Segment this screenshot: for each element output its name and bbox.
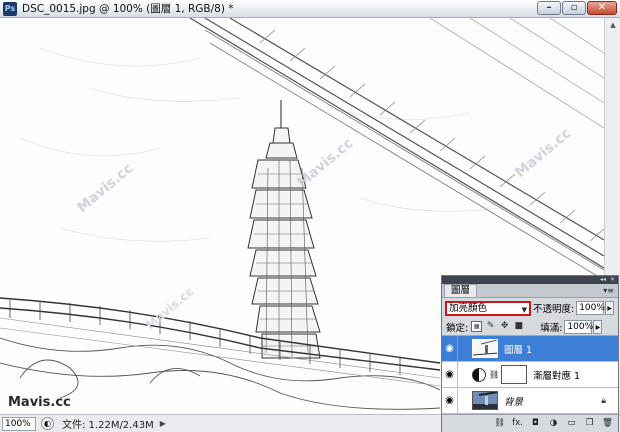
layer-row[interactable]: ◉ ⛓ 漸層對應 1 [442,361,618,388]
blend-mode-select[interactable]: 加亮顏色 ▼ [445,300,531,316]
opacity-input[interactable]: 100% [576,301,605,315]
panel-header-bar[interactable]: ◂◂ ✕ [442,276,618,284]
chain-link-icon[interactable]: ⛓ [489,370,499,379]
blend-row: 加亮顏色 ▼ 不透明度: 100% ▶ [442,298,618,318]
eye-icon[interactable]: ◉ [442,361,458,388]
blend-mode-value: 加亮顏色 [449,302,488,314]
eye-icon[interactable]: ◉ [442,387,458,414]
layer-name[interactable]: 圖層 1 [504,342,532,356]
watermark-text: Mavis.cc [512,125,574,181]
minimize-button[interactable]: – [537,1,561,15]
opacity-slider-arrow-icon[interactable]: ▶ [605,301,615,315]
fill-slider-arrow-icon[interactable]: ▶ [593,319,603,334]
panel-bottom-toolbar: ⛓ fx. ◘ ◑ ▭ ❐ 🗑︎ [442,414,618,432]
link-cell [458,362,470,388]
link-cell [458,336,470,362]
info-icon[interactable]: ◐ [41,417,54,430]
layer-mask-thumbnail[interactable] [501,365,527,384]
chevron-down-icon: ▼ [521,305,527,314]
layer-row[interactable]: ◉ 圖層 1 [442,335,618,362]
opacity-label: 不透明度: [533,304,575,315]
collapse-icon[interactable]: ◂◂ [600,276,606,284]
file-size-info: 文件: 1.22M/2.43M [62,420,154,431]
lock-brush-icon[interactable]: ✎ [485,321,496,332]
layers-panel: ◂◂ ✕ 圖層 ▾≡ 加亮顏色 ▼ 不透明度: 100% ▶ 鎖定: ▦ ✎ ✥… [441,275,619,432]
layer-name[interactable]: 漸層對應 1 [533,368,580,382]
link-cell [458,388,470,414]
gradient-map-icon [472,367,486,382]
fx-icon[interactable]: fx. [511,417,524,430]
lock-all-icon[interactable]: ■ [513,321,524,332]
mask-icon[interactable]: ◘ [529,417,542,430]
lock-icon: 🔒︎ [601,395,606,406]
trash-icon[interactable]: 🗑︎ [601,417,614,430]
tab-layers[interactable]: 圖層 [444,284,478,297]
photoshop-document-window: Ps DSC_0015.jpg @ 100% (圖層 1, RGB/8) * –… [0,0,620,432]
close-button[interactable]: ✕ [587,1,617,15]
layer-name[interactable]: 背景 [504,394,523,408]
group-icon[interactable]: ▭ [565,417,578,430]
title-bar[interactable]: Ps DSC_0015.jpg @ 100% (圖層 1, RGB/8) * –… [0,0,620,18]
scroll-up-arrow-icon[interactable]: ▲ [608,20,618,30]
document-title: DSC_0015.jpg @ 100% (圖層 1, RGB/8) * [22,3,234,15]
fill-label: 填滿: [540,322,563,334]
window-controls: – ▫ ✕ [537,1,617,15]
watermark-text: Mavis.cc [143,284,196,332]
new-layer-icon[interactable]: ❐ [583,417,596,430]
watermark-text: Mavis.cc [294,135,356,191]
lock-move-icon[interactable]: ✥ [499,321,510,332]
panel-menu-icon[interactable]: ▾≡ [603,286,614,295]
zoom-level-field[interactable]: 100% [2,416,36,431]
ps-app-icon: Ps [3,1,17,16]
eye-icon[interactable]: ◉ [442,335,458,362]
adjustment-icon[interactable]: ◑ [547,417,560,430]
lock-label: 鎖定: [446,322,469,334]
sketch-thumbnail-icon [473,340,497,357]
link-icon[interactable]: ⛓ [493,417,506,430]
layers-list: ◉ 圖層 1 ◉ ⛓ 漸層對應 1 ◉ 背景 🔒︎ [442,335,618,414]
layer-thumbnail [472,391,498,410]
lock-row: 鎖定: ▦ ✎ ✥ ■ 填滿: 100% ▶ [442,318,618,336]
photo-thumbnail-icon [473,392,497,409]
watermark-text: Mavis.cc [74,160,136,216]
layer-row[interactable]: ◉ 背景 🔒︎ [442,387,618,414]
status-menu-arrow-icon[interactable]: ▶ [160,419,166,428]
fill-input[interactable]: 100% [564,319,593,334]
panel-tab-row: 圖層 ▾≡ [442,284,618,298]
signature-text: Mavis.cc [8,395,71,410]
panel-close-icon[interactable]: ✕ [610,276,615,284]
lock-transparency-icon[interactable]: ▦ [471,321,483,332]
layer-thumbnail [472,339,498,358]
maximize-button[interactable]: ▫ [562,1,586,15]
